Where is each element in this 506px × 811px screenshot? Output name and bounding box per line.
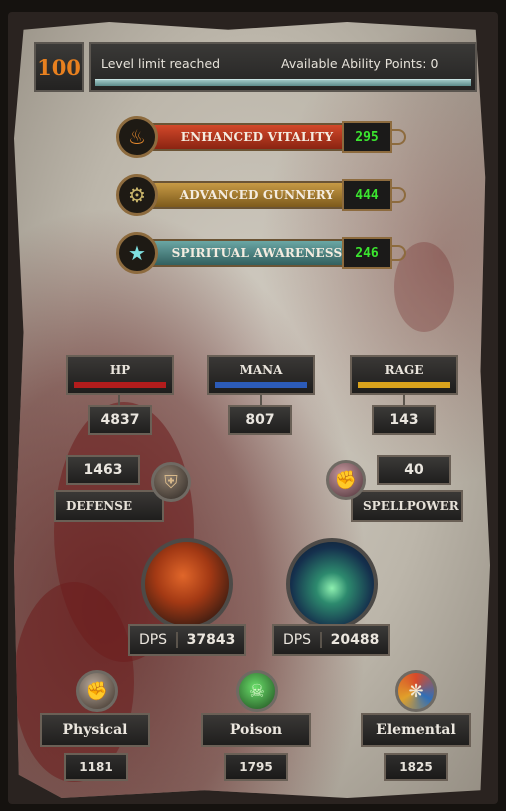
physical-value: 1181	[64, 753, 128, 781]
dps-label: DPS	[130, 632, 178, 648]
ability-bar: SPIRITUAL AWARENESS	[150, 239, 364, 267]
level-header-bar: Level limit reached Available Ability Po…	[89, 42, 477, 92]
elemental-swirl-icon: ❋	[395, 670, 437, 712]
connector	[118, 395, 120, 405]
physical-fist-icon: ✊	[76, 670, 118, 712]
pentagram-icon: ★	[116, 232, 158, 274]
mana-label: MANA	[239, 363, 283, 377]
ability-value: 444	[342, 179, 392, 211]
dps-label: DPS	[274, 632, 322, 648]
flame-emblem-icon: ♨	[116, 116, 158, 158]
fist-icon: ✊	[326, 460, 366, 500]
dps-value: 20488	[330, 632, 380, 648]
spellpower-label: SPELLPOWER	[351, 490, 463, 522]
ability-name: ENHANCED VITALITY	[180, 130, 334, 144]
level-status-text: Level limit reached	[101, 56, 221, 71]
mana-label-box: MANA	[207, 355, 315, 395]
ability-value: 246	[342, 237, 392, 269]
dps-value: 37843	[186, 632, 236, 648]
spellpower-value: 40	[377, 455, 451, 485]
experience-bar	[95, 79, 471, 86]
rage-label-box: RAGE	[350, 355, 458, 395]
elemental-value: 1825	[384, 753, 448, 781]
ability-bar-end-cap	[392, 129, 406, 145]
connector	[403, 395, 405, 405]
mana-value: 807	[228, 405, 292, 435]
ability-bar-end-cap	[392, 187, 406, 203]
poison-label: Poison	[201, 713, 311, 747]
hp-value: 4837	[88, 405, 152, 435]
connector	[260, 395, 262, 405]
defense-label: DEFENSE	[54, 490, 164, 522]
hp-label-box: HP	[66, 355, 174, 395]
ability-points-text: Available Ability Points: 0	[281, 56, 439, 71]
hp-bar	[74, 382, 166, 388]
melee-gear-orb-icon	[141, 538, 233, 630]
hp-label: HP	[109, 363, 131, 377]
dps-magic-box: DPS 20488	[272, 624, 390, 656]
poison-value: 1795	[224, 753, 288, 781]
ability-name: ADVANCED GUNNERY	[179, 188, 335, 202]
dragon-emblem-icon: ⚙	[116, 174, 158, 216]
mana-bar	[215, 382, 307, 388]
elemental-label: Elemental	[361, 713, 471, 747]
ability-advanced-gunnery[interactable]: ADVANCED GUNNERY ⚙ 444	[116, 174, 408, 216]
rage-value: 143	[372, 405, 436, 435]
physical-label: Physical	[40, 713, 150, 747]
ability-bar: ADVANCED GUNNERY	[150, 181, 364, 209]
ability-value: 295	[342, 121, 392, 153]
rage-bar	[358, 382, 450, 388]
rage-label: RAGE	[384, 363, 424, 377]
shield-icon: ⛨	[151, 462, 191, 502]
ability-spiritual-awareness[interactable]: SPIRITUAL AWARENESS ★ 246	[116, 232, 408, 274]
skull-icon: ☠	[236, 670, 278, 712]
ability-bar: ENHANCED VITALITY	[150, 123, 364, 151]
dps-melee-box: DPS 37843	[128, 624, 246, 656]
ability-bar-end-cap	[392, 245, 406, 261]
magic-claw-orb-icon	[286, 538, 378, 630]
defense-value: 1463	[66, 455, 140, 485]
level-badge: 100	[34, 42, 84, 92]
ability-enhanced-vitality[interactable]: ENHANCED VITALITY ♨ 295	[116, 116, 408, 158]
ability-name: SPIRITUAL AWARENESS	[171, 246, 343, 260]
